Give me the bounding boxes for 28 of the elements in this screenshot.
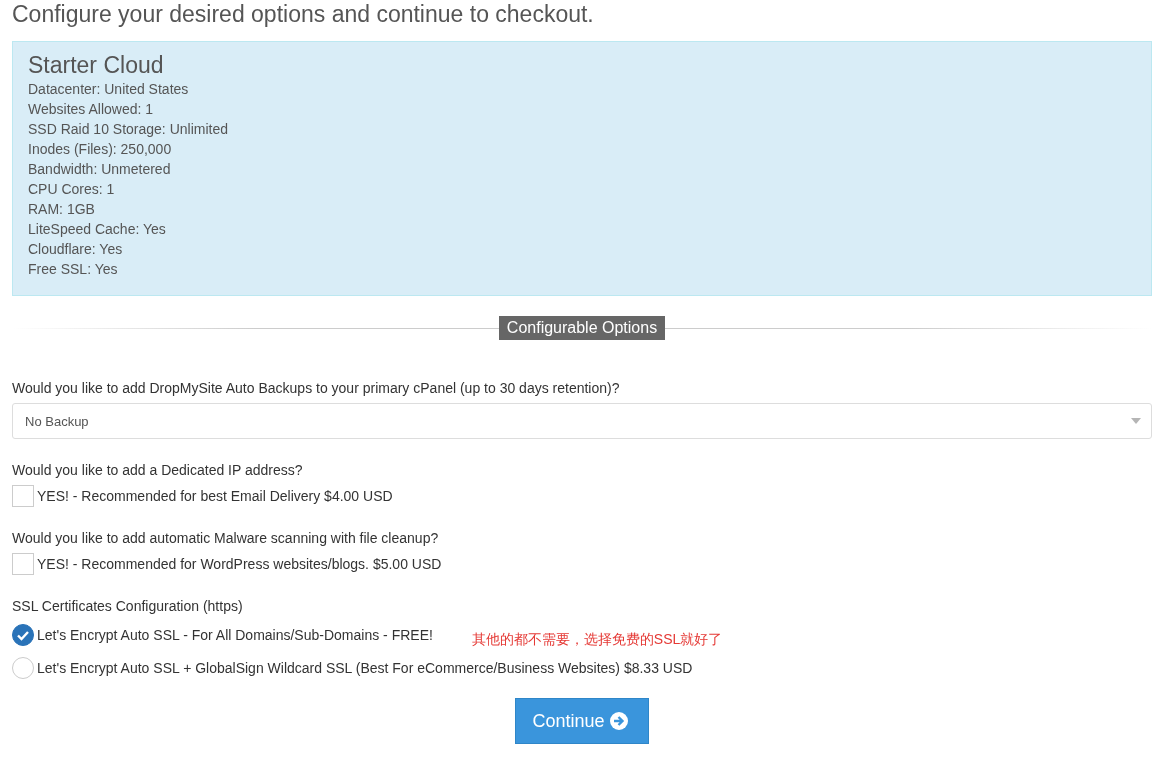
product-feature: CPU Cores: 1	[28, 180, 116, 199]
radio-label: Let's Encrypt Auto SSL - For All Domains/Sub-Domains - FREE!	[37, 627, 433, 643]
radio-button[interactable]	[12, 624, 34, 646]
annotation-text: 其他的都不需要，选择免费的SSL就好了	[471, 631, 723, 649]
section-title: Configurable Options	[498, 316, 666, 340]
backup-dropdown[interactable]: No Backup	[12, 403, 1152, 439]
arrow-right-icon	[609, 712, 628, 730]
option-question: Would you like to add automatic Malware scanning with file cleanup?	[12, 529, 440, 548]
caret-icon	[1131, 418, 1141, 424]
product-feature: LiteSpeed Cache: Yes	[28, 220, 167, 239]
product-name: Starter Cloud	[28, 51, 165, 79]
product-feature: Cloudflare: Yes	[28, 240, 124, 259]
product-feature: Bandwidth: Unmetered	[28, 160, 172, 179]
product-feature: Websites Allowed: 1	[28, 100, 155, 119]
product-feature: RAM: 1GB	[28, 200, 96, 219]
option-question: SSL Certificates Configuration (https)	[12, 597, 244, 616]
product-feature: SSD Raid 10 Storage: Unlimited	[28, 120, 229, 139]
product-feature: Datacenter: United States	[28, 80, 190, 99]
checkbox-label: YES! - Recommended for best Email Delivery $4.00 USD	[37, 488, 393, 504]
option-question: Would you like to add DropMySite Auto Backups to your primary cPanel (up to 30 days retention)?	[12, 379, 621, 398]
checkbox-label: YES! - Recommended for WordPress websites/blogs. $5.00 USD	[37, 556, 442, 572]
radio-label: Let's Encrypt Auto SSL + GlobalSign Wildcard SSL (Best For eCommerce/Business Websites) $8.33 USD	[37, 660, 693, 676]
product-feature: Free SSL: Yes	[28, 260, 119, 279]
product-feature: Inodes (Files): 250,000	[28, 140, 173, 159]
checkbox[interactable]	[12, 485, 34, 507]
option-question: Would you like to add a Dedicated IP address?	[12, 461, 304, 480]
page-heading: Configure your desired options and continue to checkout.	[12, 0, 595, 28]
checkbox[interactable]	[12, 553, 34, 575]
